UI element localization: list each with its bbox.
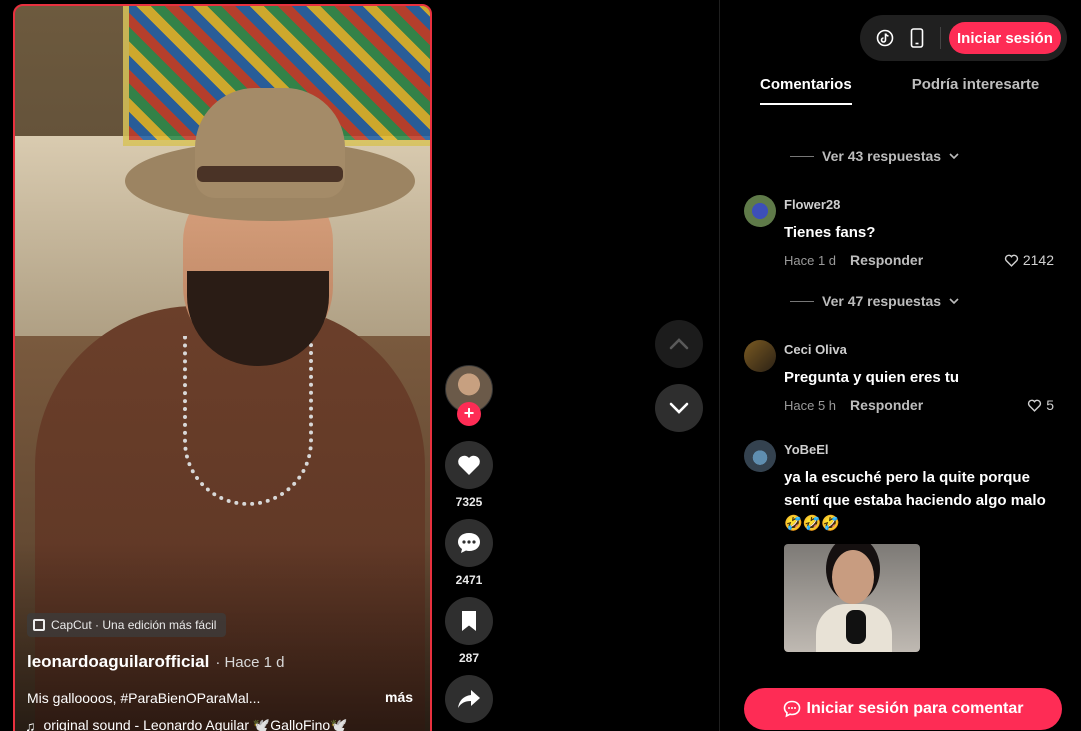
chevron-down-icon xyxy=(669,402,689,414)
reply-button[interactable]: Responder xyxy=(850,252,923,268)
gif-microphone xyxy=(846,610,866,644)
video-music-title: original sound - Leonardo Aguilar 🕊️Gall… xyxy=(43,717,348,731)
topbar-divider xyxy=(940,27,941,49)
commenter-avatar[interactable] xyxy=(744,440,776,472)
capcut-icon xyxy=(33,619,45,631)
comment-gif-image[interactable] xyxy=(784,544,920,652)
view-replies-label: Ver 43 respuestas xyxy=(822,148,942,164)
previous-video-button[interactable] xyxy=(655,320,703,368)
comment-bubble-icon xyxy=(783,700,800,718)
top-actions-bar: Iniciar sesión xyxy=(860,15,1067,61)
comment-button[interactable] xyxy=(445,519,493,567)
video-player[interactable]: CapCut · Una edición más fácil leonardoa… xyxy=(13,4,432,731)
login-button[interactable]: Iniciar sesión xyxy=(949,22,1061,54)
commenter-avatar[interactable] xyxy=(744,195,776,227)
comment-username[interactable]: Ceci Oliva xyxy=(784,342,847,357)
comment-like-count: 5 xyxy=(1046,397,1054,413)
comment-time: Hace 1 d xyxy=(784,252,837,268)
heart-icon xyxy=(458,455,480,475)
like-button[interactable] xyxy=(445,441,493,489)
comment-text: Tienes fans? xyxy=(784,224,876,241)
video-author[interactable]: leonardoaguilarofficial xyxy=(27,652,209,672)
follow-button[interactable]: + xyxy=(457,402,481,426)
save-count: 287 xyxy=(458,651,480,665)
chevron-up-icon xyxy=(669,338,689,350)
comment-icon xyxy=(458,533,480,553)
video-description: Mis galloooos, #ParaBienOParaMal... xyxy=(27,690,261,706)
view-replies-button[interactable]: Ver 43 respuestas xyxy=(790,148,959,164)
comment-meta: Hace 1 d Responder xyxy=(784,252,923,268)
phone-icon[interactable] xyxy=(904,25,930,51)
tab-comments[interactable]: Comentarios xyxy=(760,76,852,105)
capcut-badge-label: CapCut · Una edición más fácil xyxy=(51,618,217,632)
comments-panel: Iniciar sesión Comentarios Podría intere… xyxy=(719,0,1081,731)
comment-like-button[interactable]: 2142 xyxy=(1004,252,1054,268)
replies-dash xyxy=(790,155,814,157)
video-music[interactable]: ♫ original sound - Leonardo Aguilar 🕊️Ga… xyxy=(25,717,348,731)
save-button[interactable] xyxy=(445,597,493,645)
comment-time: Hace 5 h xyxy=(784,397,837,413)
comment-text: ya la escuché pero la quite porque sentí… xyxy=(784,469,1046,532)
video-hat-band xyxy=(197,166,343,182)
login-to-comment-label: Iniciar sesión para comentar xyxy=(806,700,1024,717)
share-button[interactable] xyxy=(445,675,493,723)
comment-username[interactable]: YoBeEl xyxy=(784,442,829,457)
comment-username[interactable]: Flower28 xyxy=(784,197,840,212)
chevron-down-icon xyxy=(949,298,959,304)
view-replies-label: Ver 47 respuestas xyxy=(822,293,942,309)
comment-item: YoBeEl ya la escuché pero la quite porqu… xyxy=(744,440,1054,670)
tiktok-icon[interactable] xyxy=(872,25,898,51)
comment-count: 2471 xyxy=(455,573,483,587)
tab-suggestions[interactable]: Podría interesarte xyxy=(912,76,1040,105)
comment-item: Ceci Oliva Pregunta y quien eres tu Hace… xyxy=(744,340,1054,420)
music-note-icon: ♫ xyxy=(25,717,36,731)
chevron-down-icon xyxy=(949,153,959,159)
next-video-button[interactable] xyxy=(655,384,703,432)
reply-button[interactable]: Responder xyxy=(850,397,923,413)
view-replies-button[interactable]: Ver 47 respuestas xyxy=(790,293,959,309)
like-count: 7325 xyxy=(455,495,483,509)
login-to-comment-button[interactable]: Iniciar sesión para comentar xyxy=(744,688,1062,730)
comment-like-count: 2142 xyxy=(1022,252,1054,268)
comment-item: Flower28 Tienes fans? Hace 1 d Responder… xyxy=(744,195,1054,275)
video-posted-time: · Hace 1 d xyxy=(215,654,285,671)
comment-text: Pregunta y quien eres tu xyxy=(784,369,960,386)
video-author-row: leonardoaguilarofficial · Hace 1 d xyxy=(27,652,285,672)
capcut-badge[interactable]: CapCut · Una edición más fácil xyxy=(27,613,227,637)
gif-person-face xyxy=(832,550,874,604)
replies-dash xyxy=(790,300,814,302)
comment-meta: Hace 5 h Responder xyxy=(784,397,923,413)
share-icon xyxy=(458,690,480,708)
comment-like-button[interactable]: 5 xyxy=(1027,397,1054,413)
panel-tabs: Comentarios Podría interesarte xyxy=(760,76,1039,105)
heart-outline-icon xyxy=(1028,399,1042,412)
description-more-button[interactable]: más xyxy=(385,689,413,705)
bookmark-icon xyxy=(462,611,476,631)
heart-outline-icon xyxy=(1004,254,1018,267)
commenter-avatar[interactable] xyxy=(744,340,776,372)
